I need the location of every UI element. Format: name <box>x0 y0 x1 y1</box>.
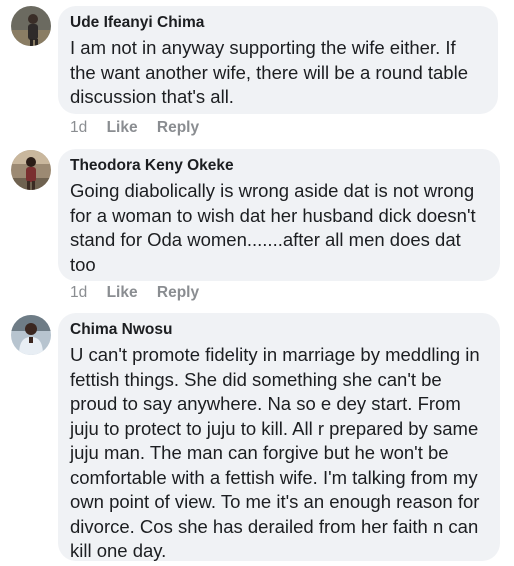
avatar-theodora-keny-okeke[interactable] <box>11 150 51 190</box>
profile-photo-icon <box>11 315 51 355</box>
comment-bubble: Theodora Keny Okeke Going diabolically i… <box>58 149 500 281</box>
comment-author[interactable]: Ude Ifeanyi Chima <box>70 13 486 33</box>
comment-author[interactable]: Theodora Keny Okeke <box>70 156 488 176</box>
avatar-chima-nwosu[interactable] <box>11 315 51 355</box>
reply-button[interactable]: Reply <box>157 283 199 303</box>
profile-photo-icon <box>11 6 51 46</box>
comment-timestamp[interactable]: 1d <box>70 118 87 138</box>
comment-author[interactable]: Chima Nwosu <box>70 320 488 340</box>
comment-actions: 1d Like Reply <box>70 283 199 303</box>
avatar-ude-ifeanyi-chima[interactable] <box>11 6 51 46</box>
reply-button[interactable]: Reply <box>157 118 199 138</box>
comment-bubble: Chima Nwosu U can't promote fidelity in … <box>58 313 500 561</box>
profile-photo-icon <box>11 150 51 190</box>
comment-text: U can't promote fidelity in marriage by … <box>70 344 480 561</box>
like-button[interactable]: Like <box>107 283 138 303</box>
like-button[interactable]: Like <box>107 118 138 138</box>
comment-text: I am not in anyway supporting the wife e… <box>70 37 468 107</box>
comment-timestamp[interactable]: 1d <box>70 283 87 303</box>
comment-text: Going diabolically is wrong aside dat is… <box>70 180 476 275</box>
comment-actions: 1d Like Reply <box>70 118 199 138</box>
comment-bubble: Ude Ifeanyi Chima I am not in anyway sup… <box>58 6 498 114</box>
